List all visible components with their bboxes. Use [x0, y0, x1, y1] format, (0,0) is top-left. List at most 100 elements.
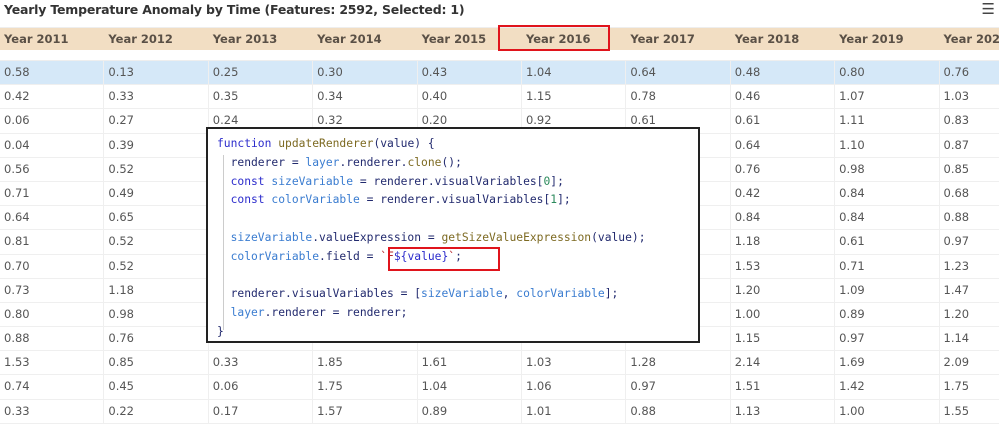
table-title: Yearly Temperature Anomaly by Time (Feat…: [4, 2, 465, 17]
table-cell: 0.27: [104, 109, 209, 133]
code-token: renderer =: [217, 155, 306, 169]
code-token: .renderer.: [339, 155, 408, 169]
table-cell: 0.73: [0, 278, 105, 302]
table-cell: 1.01: [522, 399, 627, 423]
table-cell: 0.85: [940, 158, 999, 181]
code-line: }: [217, 323, 698, 342]
table-cell: 0.39: [104, 133, 209, 157]
table-cell: 1.28: [626, 351, 731, 375]
code-line: sizeVariable.valueExpression = getSizeVa…: [217, 229, 698, 248]
table-cell: 1.00: [835, 399, 940, 423]
table-cell: 1.15: [731, 327, 836, 351]
code-token: (value) {: [373, 137, 435, 150]
table-cell: 0.61: [731, 109, 836, 133]
table-cell: 0.42: [0, 85, 105, 109]
table-cell: 1.00: [731, 302, 836, 327]
table-row[interactable]: 0.74 0.45 0.06 1.75 1.04 1.06 0.97 1.51 1.42 1.75: [0, 375, 999, 400]
table-cell: 2.14: [731, 351, 836, 375]
code-token: .field =: [319, 249, 381, 263]
table-row[interactable]: 0.58 0.13 0.25 0.30 0.43 1.04 0.64 0.48 0.80 0.76: [0, 61, 999, 86]
table-cell: 1.09: [835, 278, 940, 302]
indent-guide: [223, 155, 224, 330]
table-row[interactable]: 1.53 0.85 0.33 1.85 1.61 1.03 1.28 2.14 1.69 2.09: [0, 351, 999, 376]
code-line: renderer.visualVariables = [sizeVariable…: [217, 285, 698, 304]
table-cell: 1.20: [940, 303, 999, 326]
table-cell: 0.80: [0, 302, 105, 327]
table-cell: 0.74: [0, 375, 105, 399]
table-cell: 0.42: [731, 181, 836, 206]
table-cell: 0.88: [626, 399, 731, 423]
column-header[interactable]: Year 2011: [0, 28, 104, 50]
table-cell: 0.87: [940, 134, 999, 157]
table-row[interactable]: 0.42 0.33 0.35 0.34 0.40 1.15 0.78 0.46 1.07 1.03: [0, 85, 999, 110]
table-cell: 0.84: [835, 206, 940, 230]
column-header[interactable]: Year 2012: [104, 28, 208, 50]
table-cell: 1.11: [835, 109, 940, 133]
table-cell: 1.55: [940, 400, 999, 423]
table-cell: 0.76: [940, 61, 999, 84]
code-token: ,: [502, 287, 517, 301]
table-cell: 1.75: [940, 375, 999, 398]
column-header[interactable]: Year 2017: [626, 28, 730, 50]
table-cell: 0.97: [940, 230, 999, 253]
code-token: colorVariable: [271, 193, 360, 207]
table-cell: 0.88: [0, 327, 105, 351]
code-line: const sizeVariable = renderer.visualVari…: [217, 173, 698, 192]
column-header[interactable]: Year 2019: [835, 28, 939, 50]
table-cell: 0.85: [104, 351, 209, 375]
table-cell: 0.33: [0, 399, 105, 423]
table-cell: 1.18: [731, 230, 836, 254]
table-cell: 1.75: [313, 375, 418, 399]
table-cell: 0.65: [104, 206, 209, 230]
highlight-field-expression-box: [388, 247, 500, 271]
table-cell: 1.06: [522, 375, 627, 399]
table-cell: 0.61: [835, 230, 940, 254]
code-token: = renderer.visualVariables[: [359, 193, 551, 207]
table-cell: 0.58: [0, 61, 105, 85]
table-cell: 0.78: [626, 85, 731, 109]
table-cell: 0.83: [940, 109, 999, 132]
table-cell: 1.18: [104, 278, 209, 302]
table-cell: 1.85: [313, 351, 418, 375]
table-cell: 0.71: [835, 254, 940, 278]
code-token: ];: [557, 193, 571, 207]
code-token: const: [217, 193, 272, 207]
code-token: layer: [305, 155, 340, 169]
highlight-year-2016-box: [498, 25, 610, 51]
table-cell: 1.42: [835, 375, 940, 399]
column-header[interactable]: Year 2018: [731, 28, 835, 50]
table-cell: 0.04: [0, 133, 105, 157]
table-cell: 0.13: [104, 61, 209, 85]
table-cell: 1.53: [0, 351, 105, 375]
code-token: updateRenderer: [278, 137, 374, 150]
code-token: const: [217, 174, 272, 188]
table-cell: 1.47: [940, 279, 999, 302]
table-cell: 0.64: [731, 133, 836, 157]
table-cell: 0.52: [104, 230, 209, 254]
table-cell: 1.03: [522, 351, 627, 375]
code-line: function updateRenderer(value) {: [217, 135, 698, 154]
column-header[interactable]: Year 2013: [209, 28, 313, 50]
table-cell: 0.80: [835, 61, 940, 85]
table-cell: 0.34: [313, 85, 418, 109]
table-cell: 0.84: [835, 181, 940, 206]
table-cell: 0.06: [0, 109, 105, 133]
table-cell: 0.97: [626, 375, 731, 399]
table-cell: 0.97: [835, 327, 940, 351]
code-token: getSizeValueExpression: [441, 230, 592, 244]
table-row[interactable]: 0.33 0.22 0.17 1.57 0.89 1.01 0.88 1.13 1.00 1.55: [0, 399, 999, 424]
table-cell: 0.45: [104, 375, 209, 399]
table-cell: 0.76: [104, 327, 209, 351]
table-cell: 0.64: [0, 206, 105, 230]
table-cell: 0.76: [731, 157, 836, 181]
column-header[interactable]: Year 2020: [940, 28, 999, 50]
table-cell: 1.53: [731, 254, 836, 278]
code-token: ];: [604, 287, 619, 301]
table-cell: 0.25: [209, 61, 314, 85]
column-header[interactable]: Year 2014: [313, 28, 417, 50]
code-line: const colorVariable = renderer.visualVar…: [217, 191, 698, 210]
code-token: renderer.visualVariables = [: [217, 287, 422, 301]
hamburger-menu-icon[interactable]: ☰: [982, 0, 995, 18]
partial-row: [0, 50, 999, 61]
table-cell: 0.17: [209, 399, 314, 423]
